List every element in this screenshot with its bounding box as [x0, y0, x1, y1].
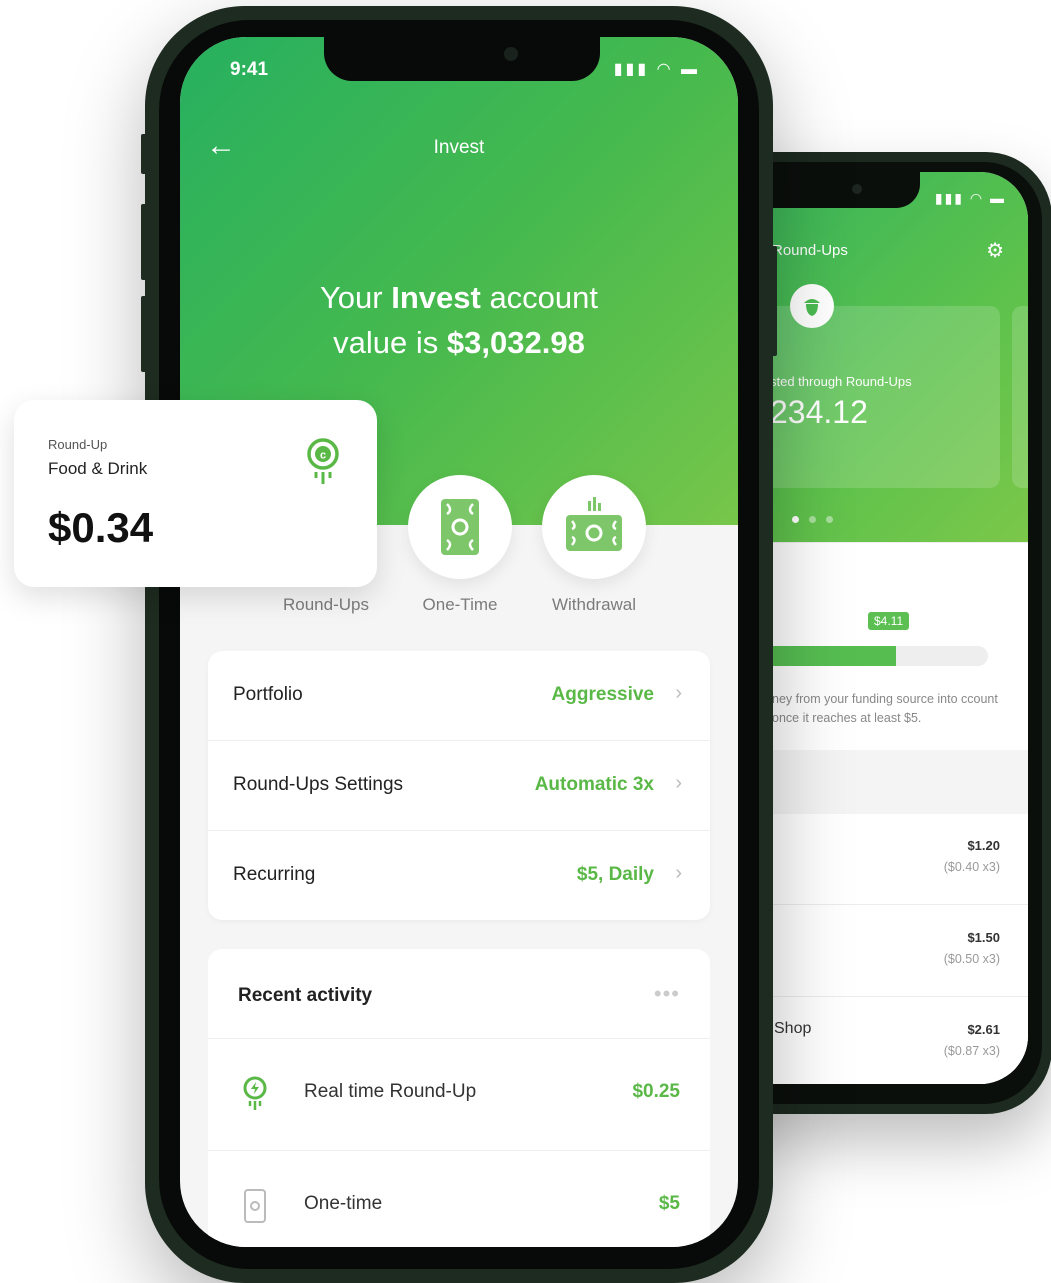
back-row-detail: ($0.87 x3): [943, 1044, 1000, 1058]
headline-text: Your: [319, 280, 392, 315]
svg-text:c: c: [320, 450, 326, 462]
back-list-row[interactable]: $1.20 ($0.40 x3): [770, 814, 1028, 905]
headline-emphasis: Invest: [391, 280, 481, 315]
chevron-right-icon: ›: [675, 862, 682, 884]
back-section-gap: [770, 750, 1028, 814]
back-next-card[interactable]: [1012, 306, 1028, 488]
back-status-icons: ▮▮▮ ◠ ▬: [934, 190, 1006, 206]
pager-dots[interactable]: [792, 510, 843, 528]
mute-switch: [141, 134, 147, 174]
back-notch: [770, 172, 920, 208]
cash-icon[interactable]: [408, 475, 512, 579]
chevron-right-icon: ›: [675, 682, 682, 704]
chevron-right-icon: ›: [675, 772, 682, 794]
withdrawal-action-label: Withdrawal: [551, 595, 637, 614]
settings-card: Portfolio Aggressive › Round-Ups Setting…: [208, 651, 710, 920]
activity-name: Real time Round-Up: [304, 1081, 477, 1102]
progress-fill: [770, 646, 896, 666]
headline-text: value is: [333, 325, 447, 360]
camera-icon: [852, 184, 862, 194]
roundups-action-label: Round-Ups: [283, 595, 369, 614]
recent-activity-card: Recent activity ••• Real time Round-Up $…: [208, 949, 710, 1247]
setting-value: Aggressive: [551, 684, 654, 705]
progress-bubble: $4.11: [868, 612, 910, 630]
activity-amount: $5: [658, 1193, 680, 1214]
recent-activity-header: Recent activity •••: [208, 949, 710, 1039]
back-row-detail: ($0.50 x3): [943, 952, 1000, 966]
roundup-icon: [242, 1076, 268, 1112]
power-button: [771, 246, 777, 356]
portfolio-row[interactable]: Portfolio Aggressive ›: [208, 651, 710, 741]
back-page-title: Round-Ups: [772, 242, 848, 259]
volume-down-button: [141, 296, 147, 372]
page-title: Invest: [433, 137, 485, 158]
status-time: 9:41: [230, 59, 269, 80]
main-notch: [324, 37, 600, 81]
account-value-headline: Your Invest account value is $3,032.98: [180, 275, 738, 365]
phone-icon: [242, 1188, 268, 1224]
account-value: $3,032.98: [446, 325, 585, 360]
back-row-detail: ($0.40 x3): [943, 860, 1000, 874]
back-phone-screen: ▮▮▮ ◠ ▬ Round-Ups ⚙ sted through Round-U…: [770, 172, 1028, 1084]
roundup-card-amount: $0.34: [48, 504, 154, 551]
activity-row[interactable]: One-time $5: [208, 1151, 710, 1247]
more-icon[interactable]: •••: [654, 981, 680, 1007]
setting-value: Automatic 3x: [534, 774, 654, 795]
one-time-action[interactable]: One-Time: [390, 475, 530, 615]
main-phone-screen: 9:41 ▮▮▮ ◠ ▬ ← Invest Your Invest accoun…: [180, 37, 738, 1247]
back-row-name: Shop: [774, 1020, 812, 1037]
back-row-amount: $1.20: [967, 838, 1000, 853]
back-row-amount: $1.50: [967, 930, 1000, 945]
back-card-label: sted through Round-Ups: [770, 374, 912, 389]
activity-row[interactable]: Real time Round-Up $0.25: [208, 1039, 710, 1151]
withdraw-icon[interactable]: [542, 475, 646, 579]
roundups-settings-row[interactable]: Round-Ups Settings Automatic 3x ›: [208, 741, 710, 831]
setting-value: $5, Daily: [576, 864, 654, 885]
setting-label: Portfolio: [233, 684, 303, 705]
gear-icon[interactable]: ⚙: [986, 238, 1004, 263]
setting-label: Round-Ups Settings: [233, 774, 404, 795]
back-list-row[interactable]: Shop $2.61 ($0.87 x3): [770, 998, 1028, 1084]
one-time-action-label: One-Time: [422, 595, 498, 614]
back-list-row[interactable]: $1.50 ($0.50 x3): [770, 906, 1028, 997]
recurring-row[interactable]: Recurring $5, Daily ›: [208, 831, 710, 920]
activity-name: One-time: [304, 1193, 383, 1214]
roundup-card-label: Round-Up: [48, 437, 108, 452]
status-icons: ▮▮▮ ◠ ▬: [613, 61, 700, 78]
recent-activity-title: Recent activity: [238, 985, 373, 1006]
camera-icon: [504, 47, 518, 61]
withdrawal-action[interactable]: Withdrawal: [524, 475, 664, 615]
acorn-icon: [790, 284, 834, 328]
setting-label: Recurring: [233, 864, 316, 885]
headline-text: account: [480, 280, 599, 315]
progress-note: ney from your funding source into ccount…: [772, 692, 998, 725]
back-row-amount: $2.61: [967, 1022, 1000, 1037]
roundup-card-category: Food & Drink: [48, 459, 148, 478]
activity-amount: $0.25: [632, 1081, 680, 1102]
volume-up-button: [141, 204, 147, 280]
back-card-amount: 234.12: [770, 394, 868, 430]
roundup-coin-icon: c: [306, 438, 340, 486]
roundup-notification-card[interactable]: Round-Up Food & Drink $0.34 c: [14, 400, 377, 587]
